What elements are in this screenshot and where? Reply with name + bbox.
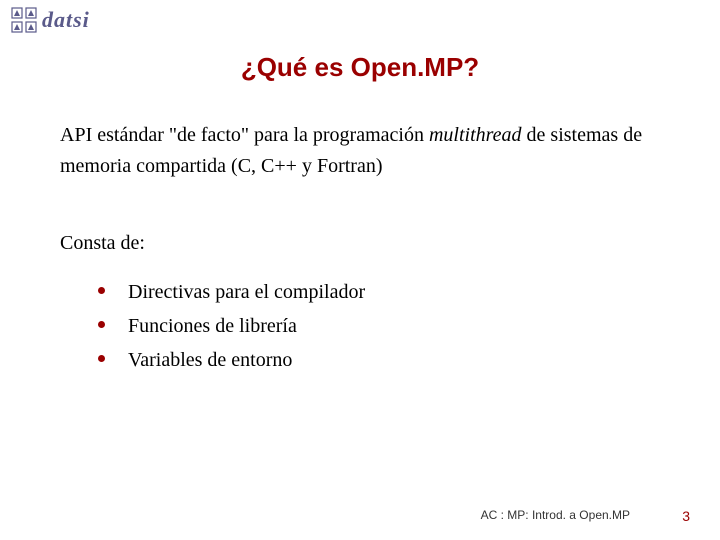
bullet-list: Directivas para el compilador Funciones … (60, 275, 660, 377)
logo-icon (10, 6, 38, 34)
list-item: Directivas para el compilador (98, 275, 660, 309)
logo: datsi (10, 6, 90, 34)
list-item: Variables de entorno (98, 343, 660, 377)
slide-body: API estándar "de facto" para la programa… (60, 120, 660, 377)
consta-label: Consta de: (60, 228, 660, 259)
slide-title: ¿Qué es Open.MP? (0, 52, 720, 83)
slide: datsi ¿Qué es Open.MP? API estándar "de … (0, 0, 720, 540)
description-pre: API estándar "de facto" para la programa… (60, 124, 429, 146)
page-number: 3 (682, 508, 690, 524)
footer-text: AC : MP: Introd. a Open.MP (481, 508, 630, 522)
logo-text: datsi (42, 7, 90, 33)
list-item: Funciones de librería (98, 309, 660, 343)
description-italic: multithread (429, 124, 522, 146)
description: API estándar "de facto" para la programa… (60, 120, 660, 182)
